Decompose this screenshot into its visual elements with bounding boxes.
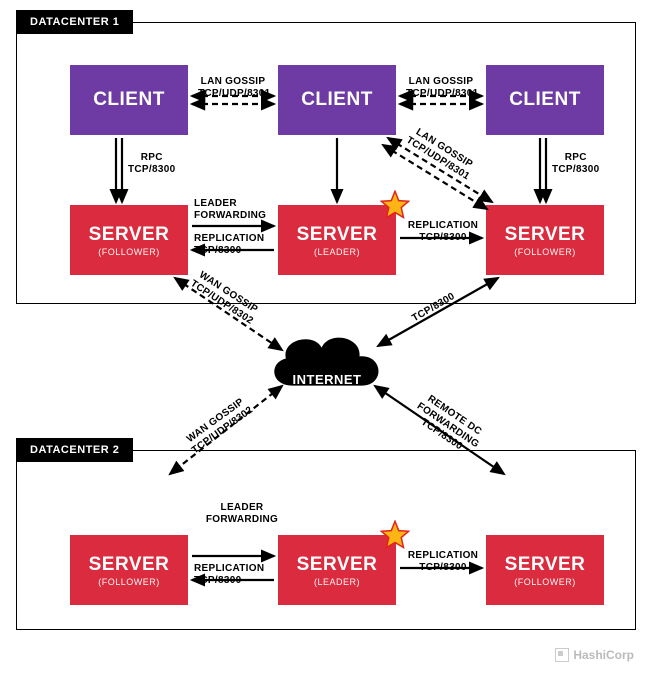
replication-label: REPLICATIONTCP/8300 (194, 233, 274, 256)
leader-star-icon (380, 190, 410, 220)
lan-gossip-label: LAN GOSSIPTCP/UDP/8301 (198, 76, 268, 99)
client-title: CLIENT (301, 89, 373, 111)
leader-star-icon (380, 520, 410, 550)
server-title: SERVER (297, 224, 378, 246)
server-role: (LEADER) (314, 577, 360, 587)
dc1-server-3: SERVER(FOLLOWER) (486, 205, 604, 275)
server-title: SERVER (505, 224, 586, 246)
lan-gossip-label: LAN GOSSIPTCP/UDP/8301 (406, 76, 476, 99)
internet-cloud: INTERNET (262, 326, 392, 402)
dc1-client-1: CLIENT (70, 65, 188, 135)
hashicorp-icon (555, 648, 569, 662)
server-title: SERVER (297, 554, 378, 576)
watermark: HashiCorp (555, 648, 634, 662)
leader-fwd-label: LEADER FORWARDING (194, 198, 274, 221)
client-title: CLIENT (509, 89, 581, 111)
leader-fwd-label: LEADER FORWARDING (202, 502, 282, 525)
dc2-server-2: SERVER(LEADER) (278, 535, 396, 605)
server-role: (FOLLOWER) (514, 247, 576, 257)
internet-label: INTERNET (262, 372, 392, 387)
dc1-server-1: SERVER(FOLLOWER) (70, 205, 188, 275)
dc1-client-3: CLIENT (486, 65, 604, 135)
server-title: SERVER (89, 224, 170, 246)
replication-label: REPLICATIONTCP/8300 (405, 220, 481, 243)
rpc-label: RPCTCP/8300 (128, 152, 175, 175)
dc2-label: DATACENTER 2 (16, 438, 133, 462)
dc1-client-2: CLIENT (278, 65, 396, 135)
server-role: (FOLLOWER) (98, 577, 160, 587)
dc1-server-2: SERVER(LEADER) (278, 205, 396, 275)
replication-label: REPLICATIONTCP/8300 (405, 550, 481, 573)
client-title: CLIENT (93, 89, 165, 111)
replication-label: REPLICATIONTCP/8300 (194, 563, 274, 586)
server-role: (FOLLOWER) (514, 577, 576, 587)
dc2-server-1: SERVER(FOLLOWER) (70, 535, 188, 605)
rpc-label: RPCTCP/8300 (552, 152, 599, 175)
server-role: (FOLLOWER) (98, 247, 160, 257)
dc1-label: DATACENTER 1 (16, 10, 133, 34)
dc2-server-3: SERVER(FOLLOWER) (486, 535, 604, 605)
server-title: SERVER (505, 554, 586, 576)
server-role: (LEADER) (314, 247, 360, 257)
server-title: SERVER (89, 554, 170, 576)
